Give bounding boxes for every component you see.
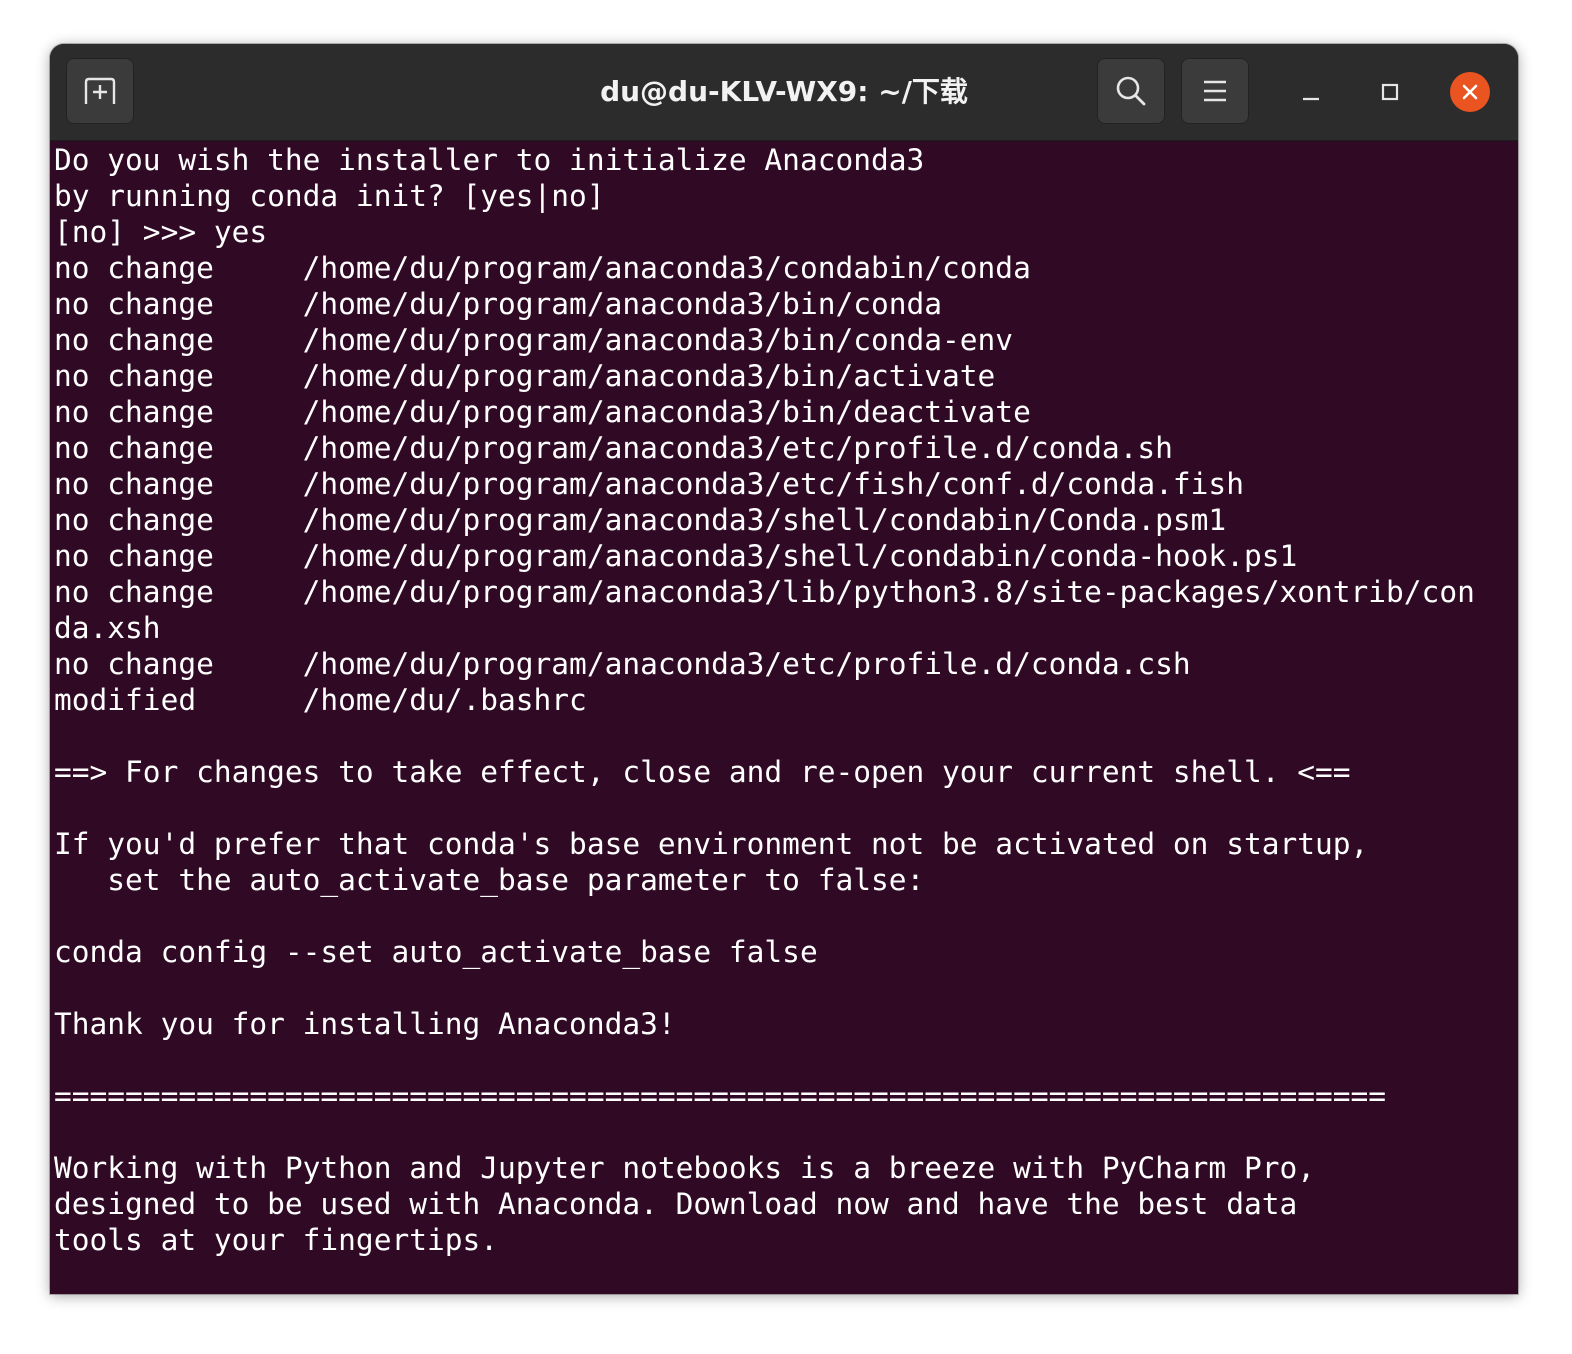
- terminal-line: Thank you for installing Anaconda3!: [54, 1007, 676, 1041]
- maximize-button[interactable]: [1370, 72, 1410, 112]
- close-icon: [1462, 84, 1478, 100]
- terminal-output[interactable]: Do you wish the installer to initialize …: [50, 141, 1518, 1294]
- terminal-line: Do you wish the installer to initialize …: [54, 143, 925, 177]
- terminal-line: no change /home/du/program/anaconda3/she…: [54, 539, 1298, 573]
- terminal-line: no change /home/du/program/anaconda3/etc…: [54, 467, 1244, 501]
- terminal-line: ==> For changes to take effect, close an…: [54, 755, 1351, 789]
- terminal-line: no change /home/du/program/anaconda3/bin…: [54, 359, 996, 393]
- new-tab-icon: [84, 77, 116, 104]
- menu-button[interactable]: [1181, 58, 1249, 124]
- search-button[interactable]: [1097, 58, 1165, 124]
- minimize-button[interactable]: [1291, 72, 1331, 112]
- search-icon: [1116, 76, 1146, 106]
- terminal-line: no change /home/du/program/anaconda3/con…: [54, 251, 1031, 285]
- hamburger-menu-icon: [1204, 80, 1226, 102]
- terminal-line: no change /home/du/program/anaconda3/bin…: [54, 287, 943, 321]
- terminal-line: by running conda init? [yes|no]: [54, 179, 605, 213]
- maximize-icon: [1381, 83, 1399, 101]
- terminal-line: no change /home/du/program/anaconda3/bin…: [54, 323, 1014, 357]
- terminal-line: no change /home/du/program/anaconda3/etc…: [54, 647, 1191, 681]
- close-button[interactable]: [1450, 72, 1490, 112]
- terminal-line: no change /home/du/program/anaconda3/lib…: [54, 575, 1475, 609]
- terminal-line: designed to be used with Anaconda. Downl…: [54, 1187, 1298, 1221]
- terminal-line: da.xsh: [54, 611, 161, 645]
- terminal-line: Working with Python and Jupyter notebook…: [54, 1151, 1315, 1185]
- title-bar[interactable]: du@du-KLV-WX9: ~/下载: [50, 44, 1518, 141]
- terminal-line: ========================================…: [54, 1079, 1387, 1113]
- terminal-text: Do you wish the installer to initialize …: [54, 142, 1475, 1258]
- terminal-line: no change /home/du/program/anaconda3/she…: [54, 503, 1227, 537]
- terminal-line: conda config --set auto_activate_base fa…: [54, 935, 818, 969]
- terminal-line: modified /home/du/.bashrc: [54, 683, 587, 717]
- terminal-line: no change /home/du/program/anaconda3/bin…: [54, 395, 1031, 429]
- terminal-line: If you'd prefer that conda's base enviro…: [54, 827, 1369, 861]
- terminal-line: tools at your fingertips.: [54, 1223, 499, 1257]
- terminal-window: du@du-KLV-WX9: ~/下载 Do you wish the inst…: [50, 44, 1518, 1294]
- minimize-icon: [1303, 97, 1319, 101]
- terminal-line: set the auto_activate_base parameter to …: [54, 863, 925, 897]
- new-tab-button[interactable]: [66, 58, 134, 124]
- terminal-line: [no] >>> yes: [54, 215, 268, 249]
- terminal-line: no change /home/du/program/anaconda3/etc…: [54, 431, 1173, 465]
